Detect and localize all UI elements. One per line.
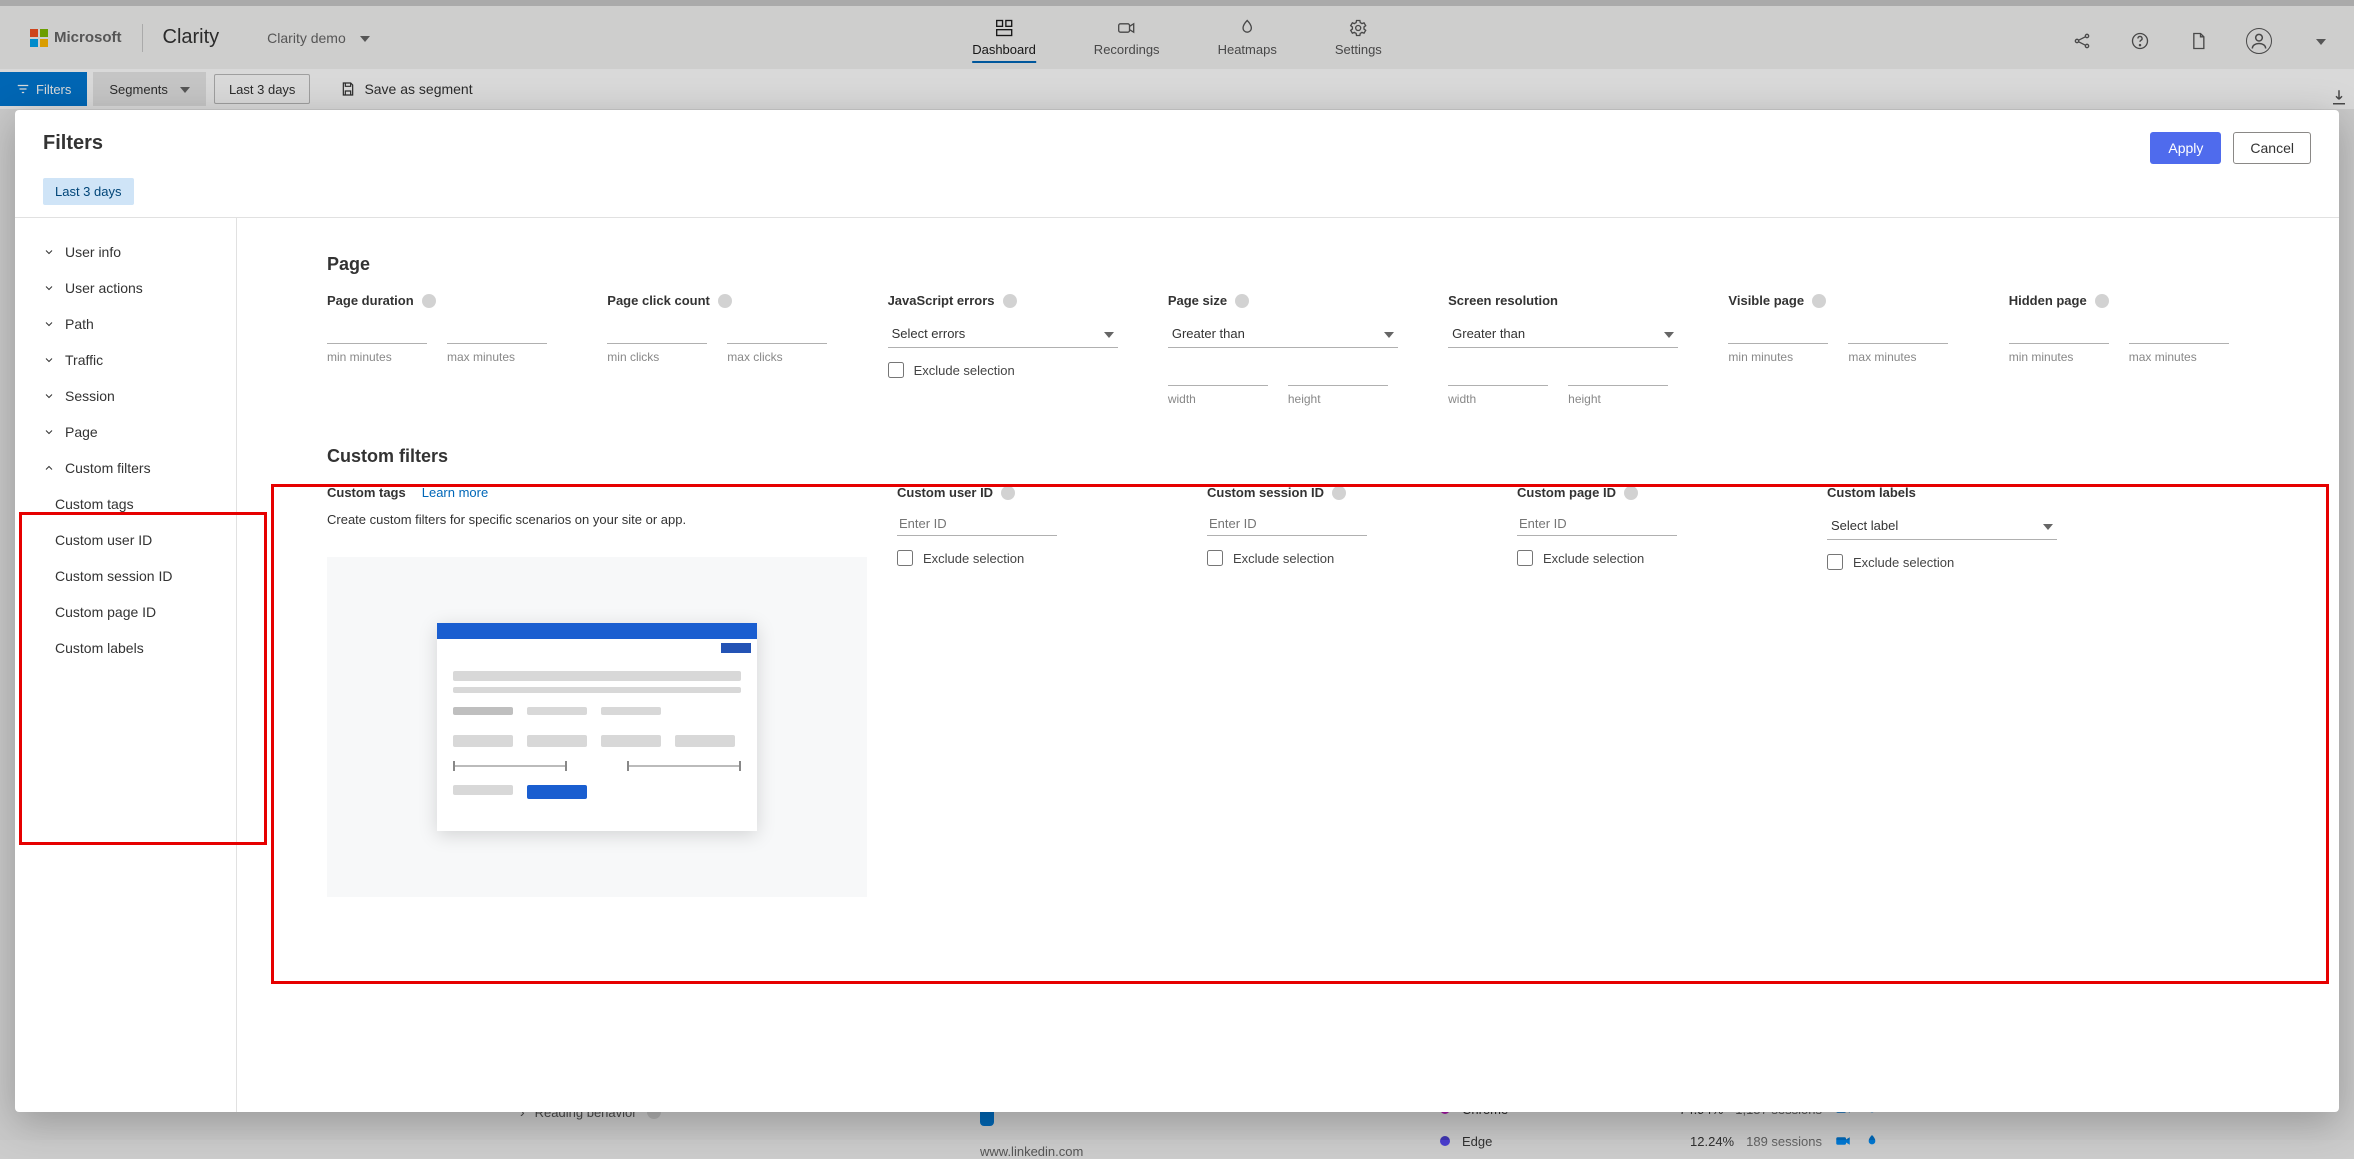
side-custom-session-id[interactable]: Custom session ID [15, 558, 236, 594]
info-icon[interactable] [1624, 486, 1638, 500]
field-custom-tags: Custom tags Learn more Create custom fil… [327, 485, 867, 897]
modal-title: Filters [43, 132, 103, 155]
field-custom-labels: Custom labels Select label Exclude selec… [1827, 485, 2107, 570]
custom-filters-title: Custom filters [327, 446, 2249, 467]
chevron-down-icon [43, 426, 55, 438]
js-errors-exclude-checkbox[interactable] [888, 362, 904, 378]
custom-user-id-exclude[interactable]: Exclude selection [897, 550, 1177, 566]
custom-labels-exclude[interactable]: Exclude selection [1827, 554, 2107, 570]
field-custom-page-id: Custom page ID Exclude selection [1517, 485, 1797, 566]
custom-session-id-exclude[interactable]: Exclude selection [1207, 550, 1487, 566]
field-visible-page: Visible page min minutes max minutes [1728, 293, 1968, 406]
side-path[interactable]: Path [15, 306, 236, 342]
visible-page-min-input[interactable] [1728, 320, 1828, 344]
side-user-info[interactable]: User info [15, 234, 236, 270]
page-duration-max-input[interactable] [447, 320, 547, 344]
chevron-down-icon [43, 246, 55, 258]
info-icon[interactable] [1235, 294, 1249, 308]
page-size-select[interactable]: Greater than [1168, 320, 1398, 348]
custom-page-id-exclude-checkbox[interactable] [1517, 550, 1533, 566]
js-errors-exclude[interactable]: Exclude selection [888, 362, 1128, 378]
side-custom-labels[interactable]: Custom labels [15, 630, 236, 666]
custom-tags-learn-more-link[interactable]: Learn more [422, 485, 488, 500]
chevron-down-icon [1658, 326, 1674, 341]
field-custom-user-id: Custom user ID Exclude selection [897, 485, 1177, 566]
page-size-height-input[interactable] [1288, 362, 1388, 386]
custom-session-id-exclude-checkbox[interactable] [1207, 550, 1223, 566]
info-icon[interactable] [1001, 486, 1015, 500]
chevron-down-icon [1098, 326, 1114, 341]
apply-button[interactable]: Apply [2150, 132, 2221, 164]
page-clicks-max-input[interactable] [727, 320, 827, 344]
custom-page-id-exclude[interactable]: Exclude selection [1517, 550, 1797, 566]
page-section-title: Page [327, 254, 2249, 275]
filters-modal: Filters Apply Cancel Last 3 days User in… [15, 110, 2339, 1112]
field-page-duration: Page duration min minutes max minutes [327, 293, 567, 406]
chevron-down-icon [43, 282, 55, 294]
info-icon[interactable] [1332, 486, 1346, 500]
side-page[interactable]: Page [15, 414, 236, 450]
side-user-actions[interactable]: User actions [15, 270, 236, 306]
visible-page-max-input[interactable] [1848, 320, 1948, 344]
side-session[interactable]: Session [15, 378, 236, 414]
info-icon[interactable] [1812, 294, 1826, 308]
custom-filters-section: Custom filters Custom tags Learn more Cr… [327, 446, 2249, 897]
chevron-down-icon [43, 318, 55, 330]
side-custom-tags[interactable]: Custom tags [15, 486, 236, 522]
field-page-size: Page size Greater than width height [1168, 293, 1408, 406]
chevron-down-icon [2037, 518, 2053, 533]
side-custom-user-id[interactable]: Custom user ID [15, 522, 236, 558]
custom-session-id-input[interactable] [1207, 512, 1367, 536]
field-hidden-page: Hidden page min minutes max minutes [2009, 293, 2249, 406]
bg-linkedin[interactable]: www.linkedin.com [980, 1144, 1380, 1159]
field-custom-session-id: Custom session ID Exclude selection [1207, 485, 1487, 566]
chevron-down-icon [43, 354, 55, 366]
modal-header: Filters Apply Cancel [15, 110, 2339, 178]
chevron-down-icon [43, 390, 55, 402]
custom-user-id-exclude-checkbox[interactable] [897, 550, 913, 566]
side-traffic[interactable]: Traffic [15, 342, 236, 378]
filter-chip-timerange[interactable]: Last 3 days [43, 178, 134, 205]
screen-res-select[interactable]: Greater than [1448, 320, 1678, 348]
js-errors-select[interactable]: Select errors [888, 320, 1118, 348]
custom-labels-select[interactable]: Select label [1827, 512, 2057, 540]
field-screen-resolution: Screen resolution Greater than width hei… [1448, 293, 1688, 406]
field-page-click-count: Page click count min clicks max clicks [607, 293, 847, 406]
applied-filters: Last 3 days [15, 178, 2339, 217]
side-custom-page-id[interactable]: Custom page ID [15, 594, 236, 630]
cancel-button[interactable]: Cancel [2233, 132, 2311, 164]
info-icon[interactable] [422, 294, 436, 308]
custom-tags-illustration [327, 557, 867, 897]
chevron-down-icon [1378, 326, 1394, 341]
hidden-page-min-input[interactable] [2009, 320, 2109, 344]
info-icon[interactable] [1003, 294, 1017, 308]
info-icon[interactable] [718, 294, 732, 308]
screen-res-height-input[interactable] [1568, 362, 1668, 386]
hidden-page-max-input[interactable] [2129, 320, 2229, 344]
custom-labels-exclude-checkbox[interactable] [1827, 554, 1843, 570]
custom-user-id-input[interactable] [897, 512, 1057, 536]
filter-sidebar: User info User actions Path Traffic Sess… [15, 218, 237, 1112]
side-custom-filters[interactable]: Custom filters [15, 450, 236, 486]
custom-page-id-input[interactable] [1517, 512, 1677, 536]
page-clicks-min-input[interactable] [607, 320, 707, 344]
filter-content: Page Page duration min minutes max minut… [237, 218, 2339, 1112]
field-javascript-errors: JavaScript errors Select errors Exclude … [888, 293, 1128, 406]
custom-tags-desc: Create custom filters for specific scena… [327, 512, 867, 527]
page-size-width-input[interactable] [1168, 362, 1268, 386]
info-icon[interactable] [2095, 294, 2109, 308]
chevron-up-icon [43, 462, 55, 474]
page-duration-min-input[interactable] [327, 320, 427, 344]
screen-res-width-input[interactable] [1448, 362, 1548, 386]
